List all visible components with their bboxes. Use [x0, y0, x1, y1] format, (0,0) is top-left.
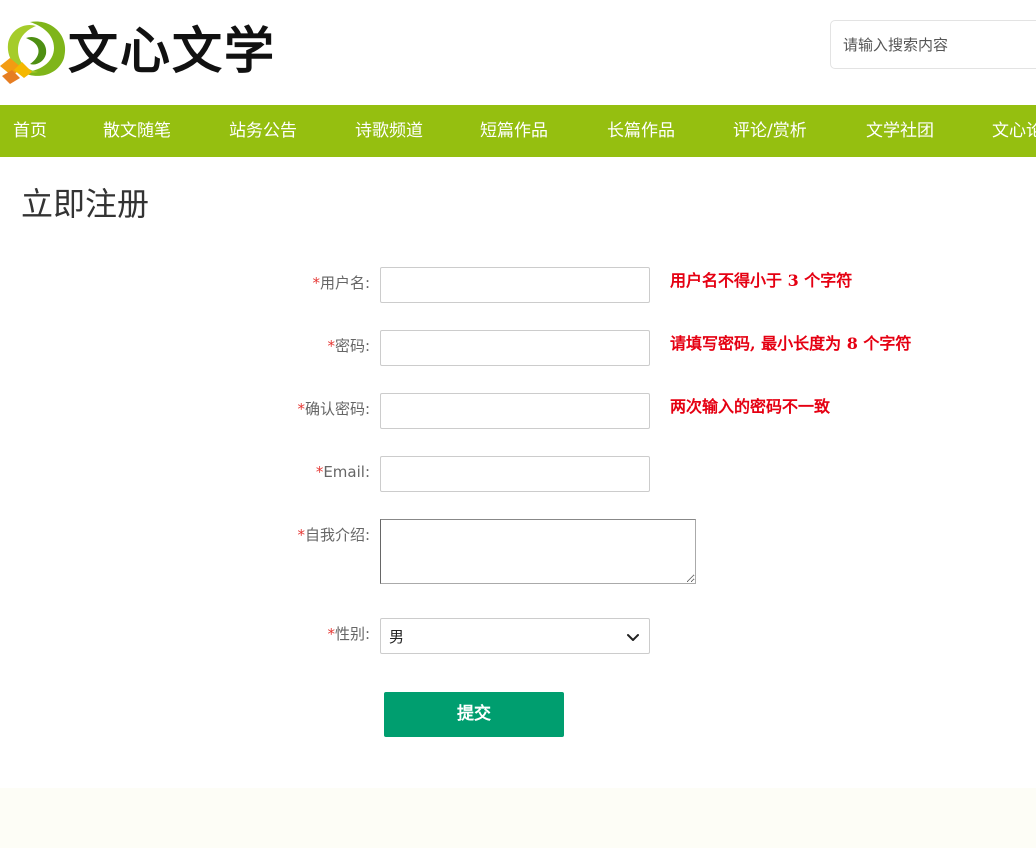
site-header: 文心文学 — [0, 0, 1036, 105]
password-label-text: 密码: — [334, 337, 370, 355]
username-error: 用户名不得小于 3 个字符 — [670, 271, 853, 290]
confirm-password-error: 两次输入的密码不一致 — [670, 397, 831, 416]
logo-text: 文心文学 — [68, 21, 276, 80]
email-label: *Email: — [170, 462, 370, 482]
required-mark: * — [327, 625, 335, 643]
username-input[interactable] — [380, 267, 650, 303]
search-input[interactable] — [831, 21, 1031, 68]
nav-item-reviews[interactable]: 评论/赏析 — [733, 105, 807, 157]
nav-item-long-works[interactable]: 长篇作品 — [607, 105, 675, 157]
password-error: 请填写密码, 最小长度为 8 个字符 — [670, 334, 912, 353]
search-box[interactable] — [830, 20, 1036, 69]
site-logo[interactable]: 文心文学 — [0, 14, 274, 88]
intro-textarea[interactable] — [380, 519, 696, 584]
nav-item-announcements[interactable]: 站务公告 — [229, 105, 297, 157]
gender-select[interactable]: 男 — [380, 618, 650, 654]
nav-item-short-works[interactable]: 短篇作品 — [480, 105, 548, 157]
password-label: *密码: — [170, 336, 370, 356]
username-label-text: 用户名: — [319, 274, 370, 292]
email-input[interactable] — [380, 456, 650, 492]
nav-item-literary-clubs[interactable]: 文学社团 — [866, 105, 934, 157]
chevron-down-icon — [627, 634, 639, 641]
main-nav: 首页 散文随笔 站务公告 诗歌频道 短篇作品 长篇作品 评论/赏析 文学社团 文… — [0, 105, 1036, 157]
password-input[interactable] — [380, 330, 650, 366]
intro-label: *自我介绍: — [170, 525, 370, 545]
nav-item-home[interactable]: 首页 — [13, 105, 47, 157]
intro-label-text: 自我介绍: — [304, 526, 370, 544]
confirm-password-input[interactable] — [380, 393, 650, 429]
footer-band — [0, 788, 1036, 848]
nav-item-prose[interactable]: 散文随笔 — [103, 105, 171, 157]
gender-label: *性别: — [170, 624, 370, 644]
logo-leaf-icon — [0, 21, 66, 84]
confirm-password-label: *确认密码: — [170, 399, 370, 419]
email-label-text: Email: — [323, 463, 370, 481]
confirm-password-label-text: 确认密码: — [304, 400, 370, 418]
page-title: 立即注册 — [21, 185, 150, 223]
required-mark: * — [312, 274, 320, 292]
nav-item-poetry[interactable]: 诗歌频道 — [355, 105, 423, 157]
username-label: *用户名: — [170, 273, 370, 293]
nav-item-wenxin-forum[interactable]: 文心论 — [992, 105, 1036, 157]
gender-label-text: 性别: — [334, 625, 370, 643]
submit-button[interactable]: 提交 — [384, 692, 564, 737]
required-mark: * — [297, 400, 305, 418]
gender-selected-value: 男 — [389, 628, 405, 646]
required-mark: * — [297, 526, 305, 544]
required-mark: * — [327, 337, 335, 355]
